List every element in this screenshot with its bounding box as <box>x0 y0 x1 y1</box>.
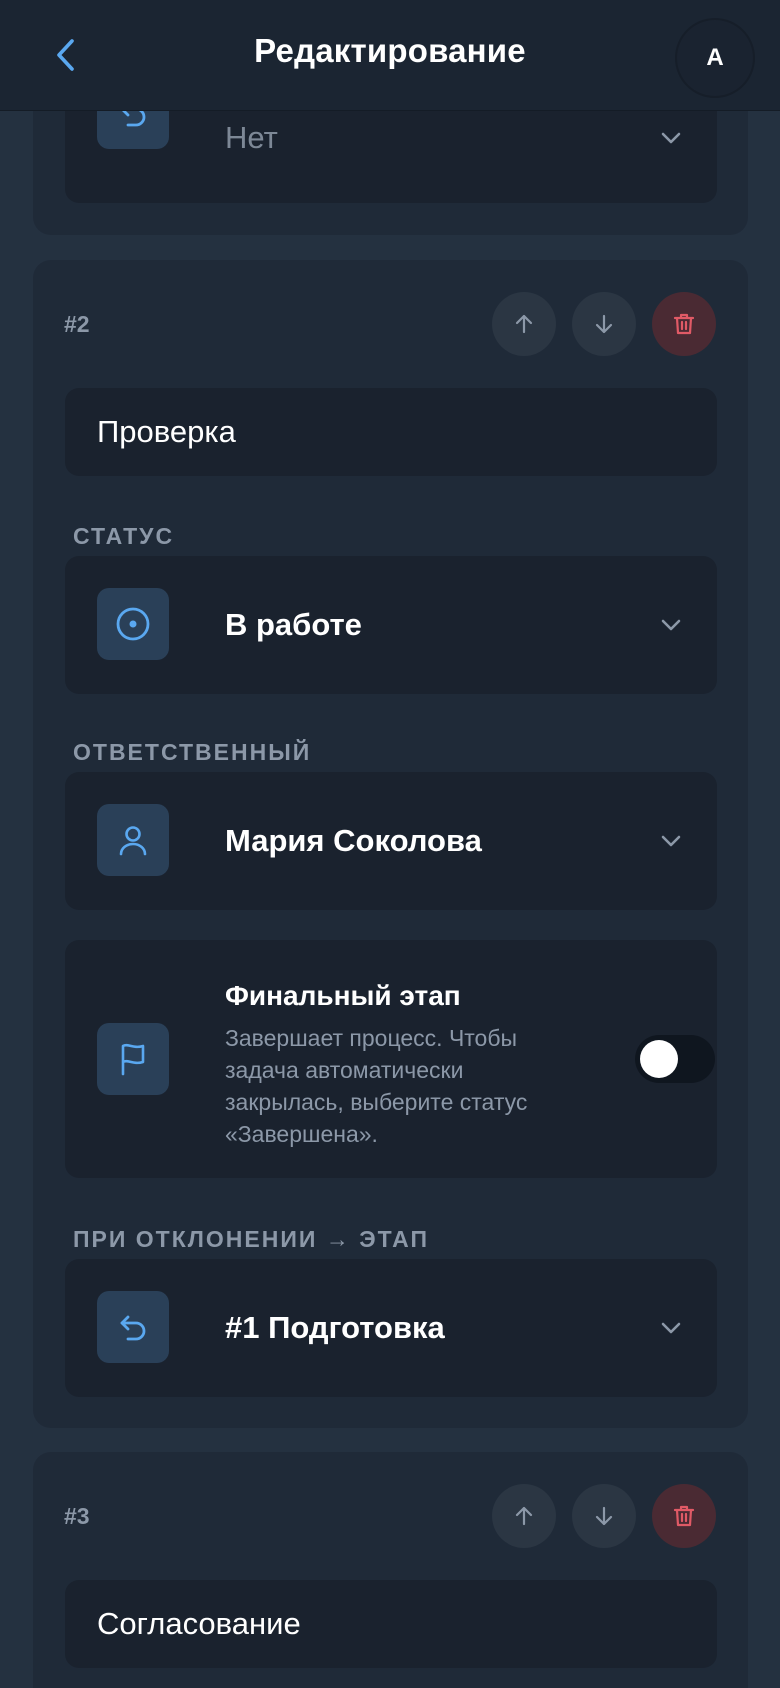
reject-step-select[interactable]: #1 Подготовка <box>65 1259 717 1397</box>
avatar[interactable]: А <box>677 20 753 96</box>
reject-step-value: #1 Подготовка <box>225 1310 445 1345</box>
final-step-title: Финальный этап <box>225 980 461 1011</box>
assignee-select[interactable]: Мария Соколова <box>65 772 717 910</box>
chevron-down-icon <box>659 613 683 637</box>
step-card-2: #2 Проверка СТАТУС В работе ОТВЕТСТВЕННЫ… <box>33 260 748 1428</box>
undo-icon <box>97 1291 169 1363</box>
status-select[interactable]: В работе <box>65 556 717 694</box>
arrow-down-icon <box>595 314 613 334</box>
step-number: #2 <box>64 311 90 337</box>
target-icon <box>97 588 169 660</box>
move-up-button[interactable] <box>492 1484 556 1548</box>
move-down-button[interactable] <box>572 1484 636 1548</box>
flag-icon <box>97 1023 169 1095</box>
delete-step-button[interactable] <box>652 1484 716 1548</box>
assignee-label: ОТВЕТСТВЕННЫЙ <box>73 739 312 765</box>
move-up-button[interactable] <box>492 292 556 356</box>
arrow-down-icon <box>595 1506 613 1526</box>
trash-icon <box>673 313 695 335</box>
status-value: В работе <box>225 607 362 642</box>
assignee-value: Мария Соколова <box>225 823 482 858</box>
move-down-button[interactable] <box>572 292 636 356</box>
chevron-down-icon <box>659 1316 683 1340</box>
step-name-value: Согласование <box>97 1606 301 1641</box>
page-title: Редактирование <box>254 32 526 69</box>
final-step-option: Финальный этап Завершает процесс. Чтобы … <box>65 940 717 1178</box>
step-name-input[interactable]: Согласование <box>65 1580 717 1668</box>
final-step-description: Завершает процесс. Чтобы задача автомати… <box>225 1025 528 1147</box>
reject-label: ПРИ ОТКЛОНЕНИИ → ЭТАП <box>73 1226 430 1252</box>
step-name-value: Проверка <box>97 414 236 449</box>
arrow-up-icon <box>515 1506 533 1526</box>
chevron-down-icon <box>659 829 683 853</box>
chevron-down-icon <box>659 126 683 150</box>
top-bar: Редактирование А <box>0 0 780 111</box>
delete-step-button[interactable] <box>652 292 716 356</box>
reject-step-value: Нет <box>225 120 278 155</box>
final-step-toggle[interactable] <box>635 1035 715 1083</box>
trash-icon <box>673 1505 695 1527</box>
arrow-up-icon <box>515 314 533 334</box>
step-name-input[interactable]: Проверка <box>65 388 717 476</box>
toggle-knob <box>640 1040 678 1078</box>
step-card-3: #3 Согласование <box>33 1452 748 1688</box>
user-icon <box>97 804 169 876</box>
step-number: #3 <box>64 1503 90 1529</box>
status-label: СТАТУС <box>73 523 175 549</box>
